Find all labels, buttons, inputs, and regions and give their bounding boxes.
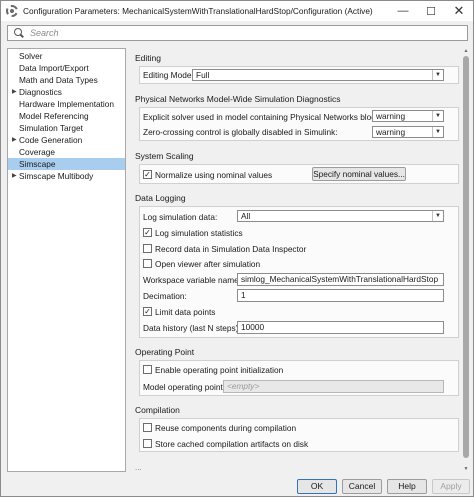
logging-section-title: Data Logging (135, 193, 186, 203)
editing-mode-dropdown[interactable]: Full ▼ (192, 69, 444, 81)
operating-point-section: Enable operating point initialization Mo… (139, 360, 459, 396)
chevron-down-icon: ▼ (432, 111, 443, 121)
tree-item-label: Coverage (19, 147, 55, 157)
close-button[interactable]: ✕ (445, 1, 473, 21)
open-viewer-label: Open viewer after simulation (155, 259, 261, 269)
limit-data-points-label: Limit data points (155, 307, 216, 317)
search-input[interactable] (30, 28, 450, 38)
tree-item-label: Diagnostics (19, 87, 62, 97)
tree-item-simulation-target[interactable]: Simulation Target (8, 122, 125, 134)
compilation-section-title: Compilation (135, 405, 180, 415)
store-cached-artifacts-checkbox[interactable] (143, 439, 152, 448)
more-indicator: ... (135, 463, 142, 472)
reuse-components-label: Reuse components during compilation (155, 423, 297, 433)
record-sdi-checkbox[interactable] (143, 244, 152, 253)
log-statistics-checkbox[interactable]: ✓ (143, 228, 152, 237)
settings-gear-icon (6, 5, 18, 17)
normalize-checkbox[interactable]: ✓ (143, 170, 152, 179)
tree-item-math-and-data-types[interactable]: Math and Data Types (8, 74, 125, 86)
scroll-down-icon[interactable]: ▼ (463, 466, 469, 472)
scroll-thumb[interactable] (463, 56, 469, 458)
limit-data-points-checkbox[interactable]: ✓ (143, 307, 152, 316)
tree-item-simscape[interactable]: Simscape (8, 158, 125, 170)
reuse-components-checkbox[interactable] (143, 423, 152, 432)
tree-item-label: Simscape (19, 159, 56, 169)
panel-scrollbar[interactable]: ▲ ▼ (462, 48, 470, 472)
zero-crossing-dropdown[interactable]: warning ▼ (372, 126, 444, 138)
tree-item-hardware-implementation[interactable]: Hardware Implementation (8, 98, 125, 110)
store-cached-artifacts-label: Store cached compilation artifacts on di… (155, 439, 309, 449)
data-history-input[interactable]: 10000 (237, 321, 444, 334)
operating-point-section-title: Operating Point (135, 347, 195, 357)
tree-item-label: Hardware Implementation (19, 99, 114, 109)
workspace-variable-input[interactable]: simlog_MechanicalSystemWithTranslational… (237, 273, 444, 286)
tree-item-label: Simulation Target (19, 123, 83, 133)
title-bar[interactable]: Configuration Parameters: MechanicalSyst… (1, 1, 473, 21)
decimation-label: Decimation: (143, 291, 187, 301)
chevron-right-icon[interactable]: ▶ (12, 86, 17, 98)
record-sdi-label: Record data in Simulation Data Inspector (155, 244, 307, 254)
tree-item-label: Code Generation (19, 135, 83, 145)
tree-item-data-import-export[interactable]: Data Import/Export (8, 62, 125, 74)
log-simulation-data-dropdown[interactable]: All ▼ (237, 210, 444, 222)
explicit-solver-value: warning (376, 111, 406, 121)
compilation-section: Reuse components during compilation Stor… (139, 418, 459, 452)
log-statistics-label: Log simulation statistics (155, 228, 243, 238)
simscape-settings-panel: Editing Editing Mode: Full ▼ Physical Ne… (130, 48, 459, 472)
logging-section: Log simulation data: All ▼ ✓ Log simulat… (139, 206, 459, 338)
maximize-button[interactable]: ☐ (417, 1, 445, 21)
editing-section-title: Editing (135, 53, 161, 63)
tree-item-label: Model Referencing (19, 111, 89, 121)
tree-item-label: Solver (19, 51, 43, 61)
configuration-parameters-window: Configuration Parameters: MechanicalSyst… (0, 0, 474, 497)
chevron-down-icon: ▼ (432, 211, 443, 221)
tree-item-diagnostics[interactable]: ▶ Diagnostics (8, 86, 125, 98)
zero-crossing-label: Zero-crossing control is globally disabl… (143, 127, 338, 137)
category-tree[interactable]: Solver Data Import/Export Math and Data Ty… (7, 48, 126, 472)
tree-item-simscape-multibody[interactable]: ▶ Simscape Multibody (8, 170, 125, 182)
explicit-solver-label: Explicit solver used in model containing… (143, 112, 387, 122)
tree-item-coverage[interactable]: Coverage (8, 146, 125, 158)
decimation-input[interactable]: 1 (237, 289, 444, 302)
tree-item-solver[interactable]: Solver (8, 50, 125, 62)
apply-button[interactable]: Apply (432, 479, 470, 494)
enable-operating-point-checkbox[interactable] (143, 365, 152, 374)
log-simulation-data-label: Log simulation data: (143, 212, 218, 222)
search-bar[interactable] (7, 25, 468, 41)
chevron-right-icon[interactable]: ▶ (12, 170, 17, 182)
normalize-label: Normalize using nominal values (155, 170, 273, 180)
window-title: Configuration Parameters: MechanicalSyst… (23, 6, 373, 16)
cancel-button[interactable]: Cancel (342, 479, 382, 494)
log-simulation-data-value: All (241, 211, 251, 221)
search-icon (14, 28, 24, 38)
chevron-right-icon[interactable]: ▶ (12, 134, 17, 146)
tree-item-label: Simscape Multibody (19, 171, 94, 181)
diagnostics-section-title: Physical Networks Model-Wide Simulation … (135, 94, 341, 104)
editing-section: Editing Mode: Full ▼ (139, 66, 459, 84)
model-operating-point-label: Model operating point: (143, 382, 226, 392)
specify-nominal-values-button[interactable]: Specify nominal values... (312, 167, 406, 181)
tree-item-label: Math and Data Types (19, 75, 98, 85)
tree-item-code-generation[interactable]: ▶ Code Generation (8, 134, 125, 146)
editing-mode-value: Full (196, 70, 210, 80)
ok-button[interactable]: OK (297, 479, 337, 494)
minimize-button[interactable]: — (389, 1, 417, 21)
scaling-section: ✓ Normalize using nominal values Specify… (139, 164, 459, 184)
open-viewer-checkbox[interactable] (143, 259, 152, 268)
chevron-down-icon: ▼ (432, 127, 443, 137)
chevron-down-icon: ▼ (432, 70, 443, 80)
diagnostics-section: Explicit solver used in model containing… (139, 107, 459, 141)
tree-item-label: Data Import/Export (19, 63, 89, 73)
enable-operating-point-label: Enable operating point initialization (155, 365, 284, 375)
model-operating-point-input[interactable]: <empty> (223, 380, 444, 393)
scaling-section-title: System Scaling (135, 151, 194, 161)
explicit-solver-dropdown[interactable]: warning ▼ (372, 110, 444, 122)
scroll-up-icon[interactable]: ▲ (463, 48, 469, 54)
editing-mode-label: Editing Mode: (143, 70, 194, 80)
data-history-label: Data history (last N steps): (143, 323, 241, 333)
tree-item-model-referencing[interactable]: Model Referencing (8, 110, 125, 122)
help-button[interactable]: Help (387, 479, 427, 494)
workspace-variable-label: Workspace variable name: (143, 275, 242, 285)
zero-crossing-value: warning (376, 127, 406, 137)
